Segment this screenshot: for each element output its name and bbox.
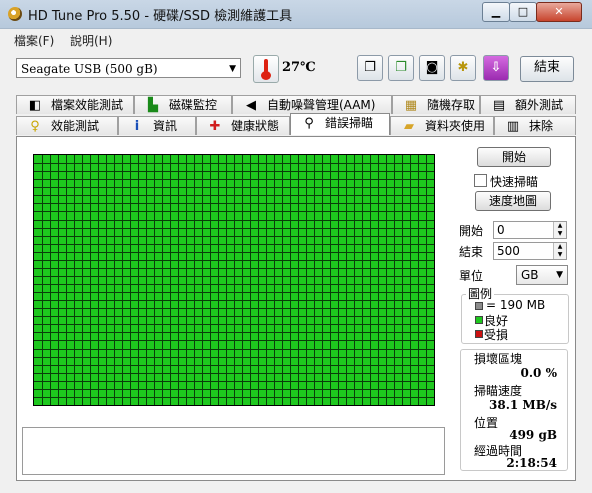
- temperature-readout: 27℃: [282, 60, 316, 75]
- speed-map-button[interactable]: 速度地圖: [475, 191, 551, 211]
- window-title: HD Tune Pro 5.50 - 硬碟/SSD 檢測維護工具: [28, 9, 293, 24]
- menu-bar: 檔案(F) 說明(H): [0, 29, 592, 51]
- chevron-down-icon: ▼: [229, 64, 236, 74]
- health-cross-icon: ✚: [209, 119, 221, 134]
- legend-damaged-label: 受損: [484, 328, 509, 342]
- exit-button[interactable]: 結束: [520, 56, 574, 82]
- legend-swatch-block: [475, 302, 483, 310]
- copy-info-icon: ❐: [364, 60, 376, 75]
- disk-monitor-icon: ▙: [148, 98, 158, 113]
- options-button[interactable]: ✱: [450, 55, 476, 81]
- scan-speed-label: 掃瞄速度: [474, 384, 523, 398]
- unit-label: 單位: [459, 269, 484, 283]
- trash-icon: ▥: [506, 119, 520, 134]
- minimize-button[interactable]: ▁: [482, 2, 510, 22]
- copy-screen-icon: ❐: [395, 60, 407, 75]
- screenshot-button[interactable]: ◙: [419, 55, 445, 81]
- elapsed-time-value: 2:18:54: [506, 456, 557, 470]
- speaker-icon: ◀: [246, 98, 256, 113]
- magnifier-icon: ⚲: [304, 116, 314, 131]
- options-icon: ✱: [457, 60, 469, 75]
- end-spinbox-value: 500: [497, 244, 520, 258]
- position-value: 499 gB: [509, 428, 557, 442]
- start-spinbox-value: 0: [497, 223, 505, 237]
- random-access-icon: ▦: [404, 98, 418, 113]
- tab-benchmark[interactable]: ♀ 效能測試: [16, 116, 118, 135]
- unit-select[interactable]: GB ▼: [516, 265, 568, 285]
- scan-speed-value: 38.1 MB/s: [489, 398, 557, 412]
- save-button[interactable]: ⇩: [483, 55, 509, 81]
- tab-erase[interactable]: ▥ 抹除: [494, 116, 576, 135]
- copy-info-button[interactable]: ❐: [357, 55, 383, 81]
- start-field-label: 開始: [459, 224, 484, 238]
- unit-select-value: GB: [521, 268, 539, 282]
- end-spinbox[interactable]: 500 ▲ ▼: [493, 242, 567, 260]
- spin-arrows-icon[interactable]: ▲ ▼: [553, 222, 566, 238]
- menu-file[interactable]: 檔案(F): [14, 32, 54, 49]
- save-icon: ⇩: [490, 60, 502, 75]
- spin-arrows-icon[interactable]: ▲ ▼: [553, 243, 566, 259]
- scan-grid-lines: [34, 155, 434, 405]
- end-field-label: 結束: [459, 245, 484, 259]
- tab-aam[interactable]: ◀ 自動噪聲管理(AAM): [232, 95, 392, 114]
- tab-extra-tests[interactable]: ▤ 額外測試: [480, 95, 576, 114]
- tab-random-access[interactable]: ▦ 隨機存取: [392, 95, 480, 114]
- title-bar: HD Tune Pro 5.50 - 硬碟/SSD 檢測維護工具 ▁ □ ✕: [0, 0, 592, 29]
- legend-block-size: = 190 MB: [486, 298, 546, 312]
- tab-info[interactable]: i 資訊: [118, 116, 196, 135]
- close-button[interactable]: ✕: [536, 2, 582, 22]
- quick-scan-label: 快速掃瞄: [490, 175, 539, 189]
- extra-tests-icon: ▤: [492, 98, 506, 113]
- thermometer-icon: [253, 55, 279, 83]
- damaged-blocks-value: 0.0 %: [520, 366, 557, 380]
- camera-icon: ◙: [425, 60, 439, 75]
- hd-tune-window: HD Tune Pro 5.50 - 硬碟/SSD 檢測維護工具 ▁ □ ✕ 檔…: [0, 0, 592, 493]
- file-benchmark-icon: ◧: [28, 98, 42, 113]
- lightbulb-icon: ♀: [30, 119, 40, 134]
- tab-file-benchmark[interactable]: ◧ 檔案效能測試: [16, 95, 134, 114]
- damaged-blocks-label: 損壞區塊: [474, 352, 523, 366]
- maximize-button[interactable]: □: [509, 2, 537, 22]
- chevron-down-icon: ▼: [556, 270, 563, 280]
- legend-swatch-ok: [475, 316, 483, 324]
- menu-help[interactable]: 說明(H): [70, 32, 112, 49]
- drive-select-value: Seagate USB (500 gB): [21, 62, 158, 76]
- position-label: 位置: [474, 416, 499, 430]
- drive-select[interactable]: Seagate USB (500 gB) ▼: [16, 58, 241, 78]
- scan-block-map: [33, 154, 435, 406]
- log-area: [22, 427, 445, 475]
- tab-folder-usage[interactable]: ▰ 資料夾使用: [390, 116, 494, 135]
- tab-disk-monitor[interactable]: ▙ 磁碟監控: [134, 95, 232, 114]
- app-icon: [8, 7, 22, 21]
- start-scan-button[interactable]: 開始: [477, 147, 551, 167]
- folder-icon: ▰: [404, 119, 414, 134]
- info-icon: i: [134, 119, 140, 134]
- tab-health[interactable]: ✚ 健康狀態: [196, 116, 290, 135]
- copy-screen-button[interactable]: ❐: [388, 55, 414, 81]
- legend-swatch-damaged: [475, 330, 483, 338]
- quick-scan-checkbox[interactable]: [474, 174, 487, 187]
- start-spinbox[interactable]: 0 ▲ ▼: [493, 221, 567, 239]
- tab-error-scan[interactable]: ⚲ 錯誤掃瞄: [290, 113, 390, 135]
